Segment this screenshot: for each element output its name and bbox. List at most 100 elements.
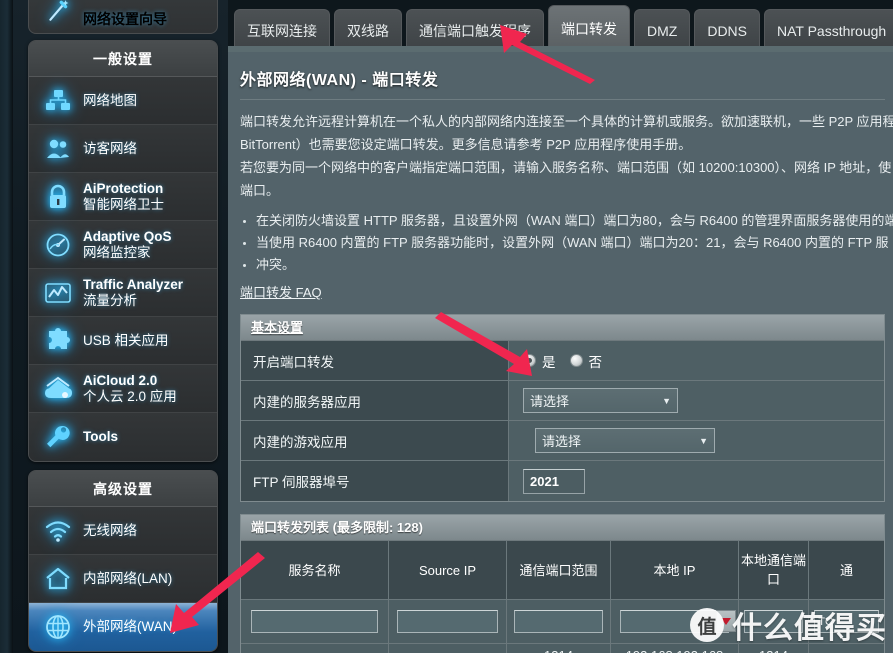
sidebar-item-network-wizard[interactable]: 网络设置向导 bbox=[28, 0, 218, 34]
sidebar-item-usb-application[interactable]: USB 相关应用 bbox=[29, 317, 217, 365]
form-control: 请选择 ▼ bbox=[509, 381, 884, 420]
router-admin-screen: 网络设置向导 一般设置 网络地图 访客网络 AiProtection 智能网络卫… bbox=[0, 0, 893, 653]
sidebar-item-label: Traffic Analyzer 流量分析 bbox=[83, 276, 184, 308]
sidebar-group-title: 一般设置 bbox=[29, 41, 217, 77]
watermark-text: 什么值得买 bbox=[732, 612, 887, 645]
sidebar-item-label: Adaptive QoS 网络监控家 bbox=[83, 228, 172, 260]
port-forwarding-list-header: 端口转发列表 (最多限制: 128) bbox=[241, 515, 884, 541]
description-line-1: 端口转发允许远程计算机在一个私人的内部网络内连接至一个具体的计算机或服务。欲加速… bbox=[240, 114, 893, 129]
cloud-home-icon bbox=[41, 373, 75, 405]
form-label: 开启端口转发 bbox=[241, 341, 509, 380]
sidebar-item-aiprotection[interactable]: AiProtection 智能网络卫士 bbox=[29, 173, 217, 221]
form-row-famous-game-list: 内建的游戏应用 请选择 ▼ bbox=[241, 421, 884, 461]
sidebar-item-tools[interactable]: Tools bbox=[29, 413, 217, 461]
radio-no[interactable]: 否 bbox=[569, 351, 603, 371]
wand-icon bbox=[41, 0, 75, 27]
chevron-down-icon: ▼ bbox=[699, 435, 708, 446]
sidebar: 网络设置向导 一般设置 网络地图 访客网络 AiProtection 智能网络卫… bbox=[0, 0, 228, 653]
form-control: 2021 bbox=[509, 461, 884, 501]
network-map-icon bbox=[41, 85, 75, 117]
title-divider bbox=[240, 99, 885, 100]
table-cell-source-ip bbox=[389, 599, 507, 643]
chart-line-icon bbox=[41, 277, 75, 309]
tab-port-forwarding[interactable]: 端口转发 bbox=[548, 5, 630, 52]
page-title: 外部网络(WAN) - 端口转发 bbox=[240, 72, 439, 89]
sidebar-item-lan[interactable]: 内部网络(LAN) bbox=[29, 555, 217, 603]
column-header-service-name: 服务名称 bbox=[241, 541, 389, 599]
sidebar-item-label: AiProtection 智能网络卫士 bbox=[83, 180, 164, 212]
select-value: 请选择 bbox=[542, 434, 582, 449]
table-header-row: 服务名称 Source IP 通信端口范围 本地 IP 本地通信端口 通 bbox=[241, 541, 884, 599]
sidebar-item-network-map[interactable]: 网络地图 bbox=[29, 77, 217, 125]
sidebar-item-label: 内部网络(LAN) bbox=[83, 570, 173, 586]
description-line-4: 端口。 bbox=[240, 183, 280, 198]
sidebar-item-label: 无线网络 bbox=[83, 522, 137, 538]
famous-game-select[interactable]: 请选择 ▼ bbox=[535, 428, 715, 453]
chevron-down-icon: ▼ bbox=[662, 395, 671, 406]
sidebar-group-title: 高级设置 bbox=[29, 471, 217, 507]
form-label: 内建的服务器应用 bbox=[241, 381, 509, 420]
sidebar-item-label: 网络地图 bbox=[83, 92, 137, 108]
basic-settings-header: 基本设置 bbox=[241, 315, 884, 341]
sidebar-item-guest-network[interactable]: 访客网络 bbox=[29, 125, 217, 173]
globe-icon bbox=[41, 611, 75, 643]
radio-yes-dot[interactable] bbox=[523, 354, 536, 367]
form-row-famous-server-list: 内建的服务器应用 请选择 ▼ bbox=[241, 381, 884, 421]
main-panel: 互联网连接 双线路 通信端口触发程序 端口转发 DMZ DDNS NAT Pas… bbox=[228, 0, 893, 653]
puzzle-icon bbox=[41, 325, 75, 357]
sidebar-item-traffic-analyzer[interactable]: Traffic Analyzer 流量分析 bbox=[29, 269, 217, 317]
column-header-local-ip: 本地 IP bbox=[611, 541, 739, 599]
sidebar-item-label: USB 相关应用 bbox=[83, 332, 169, 348]
form-row-ftp-port: FTP 伺服器埠号 2021 bbox=[241, 461, 884, 501]
wrench-icon bbox=[41, 421, 75, 453]
sidebar-item-wan[interactable]: 外部网络(WAN) bbox=[29, 603, 217, 651]
sidebar-item-label: Tools bbox=[83, 429, 118, 444]
guest-network-icon bbox=[41, 133, 75, 165]
sidebar-item-adaptive-qos[interactable]: Adaptive QoS 网络监控家 bbox=[29, 221, 217, 269]
sidebar-item-wireless[interactable]: 无线网络 bbox=[29, 507, 217, 555]
column-header-local-port: 本地通信端口 bbox=[739, 541, 809, 599]
radio-yes-label: 是 bbox=[542, 354, 556, 370]
content-area: 外部网络(WAN) - 端口转发 端口转发允许远程计算机在一个私人的内部网络内连… bbox=[228, 52, 893, 653]
sidebar-item-label: 外部网络(WAN) bbox=[83, 619, 177, 634]
note-item: 在关闭防火墙设置 HTTP 服务器，且设置外网（WAN 端口）端口为80，会与 … bbox=[240, 210, 893, 232]
table-cell-port-range: 1314 bbox=[507, 643, 611, 653]
column-header-protocol: 通 bbox=[839, 562, 853, 578]
ftp-port-input[interactable]: 2021 bbox=[523, 468, 585, 494]
radio-yes[interactable]: 是 bbox=[523, 351, 556, 371]
watermark-badge: 值 bbox=[690, 608, 724, 642]
sidebar-group-advanced: 高级设置 无线网络 内部网络(LAN) 外部网络(WAN) bbox=[28, 470, 218, 652]
sidebar-group-general: 一般设置 网络地图 访客网络 AiProtection 智能网络卫士 Adapt… bbox=[28, 40, 218, 462]
description-line-3: 若您要为同一个网络中的客户端指定端口范围，请输入服务名称、端口范围（如 1020… bbox=[240, 160, 892, 175]
form-label: FTP 伺服器埠号 bbox=[241, 461, 509, 501]
home-icon bbox=[41, 563, 75, 595]
notes-list: 在关闭防火墙设置 HTTP 服务器，且设置外网（WAN 端口）端口为80，会与 … bbox=[240, 210, 893, 276]
radio-no-label: 否 bbox=[588, 354, 603, 370]
form-row-enable-port-forwarding: 开启端口转发 是 否 bbox=[241, 341, 884, 381]
radio-no-dot[interactable] bbox=[569, 354, 583, 367]
table-cell-service-name bbox=[241, 599, 389, 643]
column-header-source-ip: Source IP bbox=[389, 541, 507, 599]
famous-server-select[interactable]: 请选择 ▼ bbox=[523, 388, 678, 413]
wifi-icon bbox=[41, 515, 75, 547]
note-item-continuation: 冲突。 bbox=[240, 254, 893, 276]
description-line-2: BitTorrent）也需要您设定端口转发。更多信息请参考 P2P 应用程序使用… bbox=[240, 137, 692, 152]
sidebar-item-label: 访客网络 bbox=[83, 140, 137, 156]
table-cell-source-ip bbox=[389, 643, 507, 653]
port-range-input[interactable] bbox=[514, 610, 603, 633]
tab-bar: 互联网连接 双线路 通信端口触发程序 端口转发 DMZ DDNS NAT Pas… bbox=[228, 0, 893, 52]
service-name-input[interactable] bbox=[251, 610, 378, 633]
sidebar-item-label: AiCloud 2.0 个人云 2.0 应用 bbox=[83, 372, 177, 404]
lock-shield-icon bbox=[41, 181, 75, 213]
form-label: 内建的游戏应用 bbox=[241, 421, 509, 460]
form-control: 请选择 ▼ bbox=[509, 421, 884, 460]
form-control: 是 否 bbox=[509, 341, 884, 380]
sidebar-item-aicloud[interactable]: AiCloud 2.0 个人云 2.0 应用 bbox=[29, 365, 217, 413]
gauge-icon bbox=[41, 229, 75, 261]
table-cell-port-range bbox=[507, 599, 611, 643]
source-ip-input[interactable] bbox=[397, 610, 498, 633]
sidebar-item-label: 网络设置向导 bbox=[83, 11, 167, 27]
watermark: 值 什么值得买 bbox=[690, 603, 887, 647]
note-item: 当使用 R6400 内置的 FTP 服务器功能时，设置外网（WAN 端口）端口为… bbox=[240, 232, 893, 254]
port-forwarding-faq-link[interactable]: 端口转发 FAQ bbox=[240, 282, 322, 301]
